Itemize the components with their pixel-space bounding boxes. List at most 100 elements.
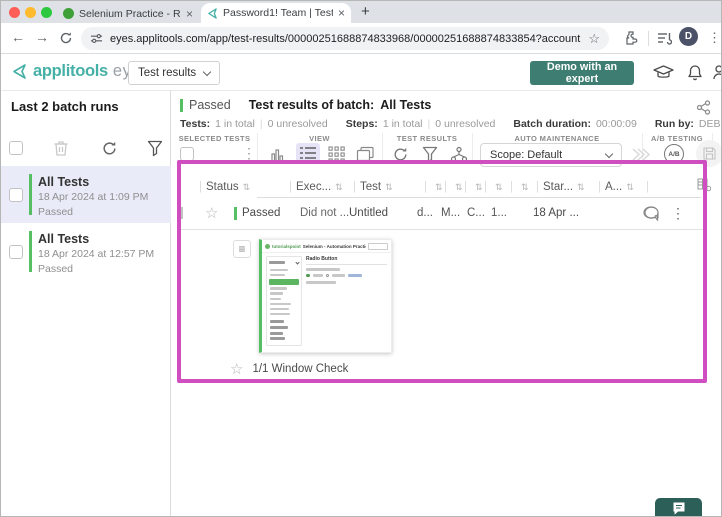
refresh-results-icon[interactable] [392, 146, 409, 163]
column-header-status[interactable]: | Status ⇅ [199, 181, 289, 193]
sort-icon[interactable]: ⇅ [335, 182, 343, 193]
row-menu-icon[interactable]: ⋮ [671, 205, 687, 222]
app-header: applitools eyes Test results Demo with a… [1, 54, 722, 91]
sort-icon[interactable]: ⇅ [455, 182, 463, 193]
grid-view-icon[interactable] [328, 146, 345, 163]
brand-text: applitools [33, 62, 108, 80]
sort-icon[interactable]: ⇅ [475, 182, 483, 193]
select-all-batches-checkbox[interactable] [9, 141, 23, 155]
collapse-row-button[interactable]: ≡ [233, 240, 251, 258]
sidebar-toolbar [1, 137, 171, 161]
column-header[interactable]: | ⇅ [484, 181, 510, 193]
duration-value: 00:00:09 [595, 118, 637, 130]
filter-batches-icon[interactable] [147, 140, 163, 157]
site-settings-icon[interactable] [90, 32, 103, 45]
scope-dropdown[interactable]: Scope: Default [480, 143, 622, 167]
chat-widget-button[interactable] [655, 498, 702, 516]
comments-icon[interactable] [643, 205, 660, 221]
sort-icon[interactable]: ⇅ [577, 182, 585, 193]
delete-batch-icon[interactable] [53, 139, 69, 157]
thumbnail-selected-nav-item [269, 278, 299, 285]
column-label: Test [360, 181, 382, 193]
batch-status-bar [29, 174, 32, 215]
thumbnail-radio-selected [306, 273, 310, 277]
batch-status-bar [29, 231, 32, 272]
sort-icon[interactable]: ⇅ [243, 182, 251, 193]
learn-icon[interactable] [653, 65, 674, 81]
tab-selenium-practice[interactable]: Selenium Practice - Radio Bu × [57, 4, 199, 23]
batch-item[interactable]: All Tests 18 Apr 2024 at 12:57 PM Passed [1, 223, 171, 280]
back-button[interactable]: ← [11, 29, 25, 45]
sort-icon[interactable]: ⇅ [521, 182, 529, 193]
thumbnail-header-button [368, 242, 388, 250]
table-columns-settings-icon[interactable] [697, 177, 711, 192]
summary-status-bar [180, 98, 183, 112]
filter-results-icon[interactable] [422, 146, 438, 163]
test-result-row[interactable]: ☆ Passed Did not ... Untitled d... M... … [181, 197, 703, 230]
new-tab-button[interactable]: + [361, 3, 370, 20]
refresh-batches-icon[interactable] [101, 140, 118, 157]
view-list-button[interactable] [296, 143, 320, 163]
summary-title: Test results of batch: [248, 98, 375, 112]
group-steps-icon[interactable] [450, 146, 468, 163]
notifications-bell-icon[interactable] [687, 64, 703, 81]
browser-profile-avatar[interactable]: D [679, 27, 698, 46]
row-cell: C... [467, 207, 485, 219]
step-caption-text: 1/1 Window Check [252, 363, 349, 375]
step-star-icon[interactable]: ☆ [230, 360, 243, 378]
extensions-icon[interactable] [623, 30, 639, 46]
tutorialspoint-favicon [63, 8, 74, 19]
bookmark-star-icon[interactable]: ☆ [588, 31, 600, 47]
step-thumbnail[interactable]: tutorialspoint Selenium - Automation Pra… [259, 239, 392, 353]
forward-button[interactable]: → [35, 29, 49, 45]
reload-button[interactable] [59, 31, 73, 45]
sort-icon[interactable]: ⇅ [626, 182, 634, 193]
window-close-button[interactable] [9, 7, 20, 18]
column-header-execution[interactable]: | Exec... ⇅ [289, 181, 353, 193]
share-icon[interactable] [696, 100, 711, 115]
favorite-star-icon[interactable]: ☆ [205, 204, 234, 222]
ab-testing-icon[interactable]: A/B [664, 144, 684, 164]
column-header-test[interactable]: | Test ⇅ [353, 181, 424, 193]
sort-icon[interactable]: ⇅ [385, 182, 393, 193]
window-minimize-button[interactable] [25, 7, 36, 18]
batch-sidebar: Last 2 batch runs All Tests 18 Apr 2024 … [1, 91, 171, 516]
column-header[interactable]: | ⇅ [424, 181, 444, 193]
column-header[interactable]: | ⇅ [444, 181, 464, 193]
column-header[interactable]: | ⇅ [464, 181, 484, 193]
select-all-tests-checkbox[interactable] [180, 147, 194, 161]
close-tab-icon[interactable]: × [338, 7, 345, 19]
row-status-text: Passed [242, 207, 281, 219]
account-icon[interactable] [713, 64, 722, 81]
runby-value: DEBOMITA BHATTACHARJEE [698, 118, 721, 130]
batches-view-icon[interactable] [356, 146, 375, 163]
demo-expert-button[interactable]: Demo with an expert [530, 61, 634, 85]
row-status-bar [234, 206, 237, 220]
sort-icon[interactable]: ⇅ [435, 182, 443, 193]
column-header-assignee[interactable]: | A... ⇅ [598, 181, 646, 193]
batch-item[interactable]: All Tests 18 Apr 2024 at 1:09 PM Passed [1, 166, 171, 223]
thumbnail-sidebar [266, 256, 302, 346]
column-label: Status [206, 181, 239, 193]
column-header[interactable]: | ⇅ [510, 181, 536, 193]
close-tab-icon[interactable]: × [186, 8, 193, 20]
save-view-button[interactable] [696, 140, 721, 167]
column-label: Star... [543, 181, 574, 193]
product-dropdown[interactable]: Test results [128, 61, 220, 85]
selected-tests-menu-icon[interactable]: ⋮ [242, 145, 256, 162]
duration-label: Batch duration: [513, 118, 591, 130]
batch-date: 18 Apr 2024 at 12:57 PM [38, 248, 155, 260]
row-checkbox[interactable] [181, 207, 183, 219]
window-zoom-button[interactable] [41, 7, 52, 18]
run-maintenance-icon[interactable] [631, 147, 651, 162]
column-header-started[interactable]: | Star... ⇅ [536, 181, 598, 193]
address-bar[interactable]: eyes.applitools.com/app/test-results/000… [81, 27, 609, 50]
browser-menu-icon[interactable]: ⋮ [708, 30, 721, 46]
tests-total: 1 in total [215, 118, 255, 130]
view-summary-icon[interactable] [268, 146, 286, 163]
batch-checkbox[interactable] [9, 245, 23, 259]
sort-icon[interactable]: ⇅ [495, 182, 503, 193]
batch-checkbox[interactable] [9, 188, 23, 202]
tab-groups-icon[interactable] [657, 31, 672, 45]
tab-test-results[interactable]: Password1! Team | Test Resul × [201, 3, 351, 23]
